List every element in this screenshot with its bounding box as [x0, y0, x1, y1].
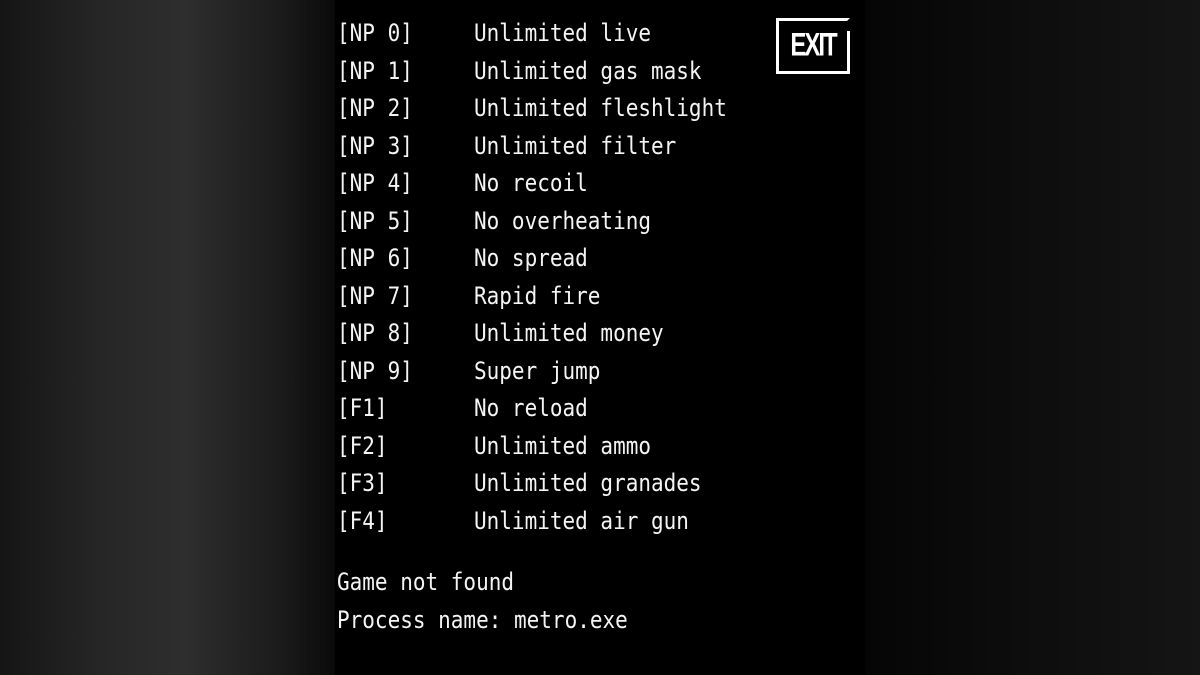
- hotkey-key: [F2]: [337, 431, 388, 460]
- exit-button[interactable]: EXIT: [776, 18, 850, 74]
- hotkey-key: [NP 7]: [337, 281, 413, 310]
- hotkey-label: Unlimited granades: [474, 469, 702, 497]
- hotkey-label: Unlimited money: [474, 319, 664, 347]
- hotkey-key: [NP 2]: [337, 94, 413, 122]
- hotkey-label: No recoil: [474, 169, 588, 197]
- hotkey-key: [F1]: [337, 394, 388, 422]
- hotkey-key: [NP 5]: [337, 206, 413, 235]
- exit-label: EXIT: [790, 27, 837, 64]
- hotkey-key: [NP 0]: [337, 19, 413, 47]
- hotkey-label: No reload: [474, 394, 588, 422]
- hotkey-key: [F4]: [337, 506, 388, 535]
- hotkey-label: Unlimited air gun: [474, 506, 689, 535]
- hotkey-label: Rapid fire: [474, 281, 601, 310]
- hotkey-key: [NP 6]: [337, 244, 413, 272]
- exit-border-right: [847, 31, 850, 74]
- hotkey-label: Unlimited filter: [474, 131, 677, 160]
- hotkey-key: [F3]: [337, 469, 388, 497]
- hotkey-label: Super jump: [474, 356, 601, 385]
- hotkey-label: Unlimited gas mask: [474, 56, 702, 85]
- hotkey-key: [NP 4]: [337, 169, 413, 197]
- hotkey-label: Unlimited live: [474, 19, 652, 47]
- hotkey-key: [NP 8]: [337, 319, 413, 347]
- process-name: Process name: metro.exe: [337, 606, 628, 634]
- game-status: Game not found: [337, 568, 515, 596]
- hotkey-label: No overheating: [474, 206, 652, 235]
- hotkey-label: Unlimited fleshlight: [474, 94, 727, 122]
- hotkey-key: [NP 1]: [337, 56, 413, 85]
- hotkey-label: No spread: [474, 244, 588, 272]
- hotkey-key: [NP 3]: [337, 131, 413, 160]
- hotkey-key: [NP 9]: [337, 356, 413, 385]
- trainer-panel: [NP 0] Unlimited live [NP 1] Unlimited gas …: [335, 0, 865, 675]
- background-right: [865, 0, 1200, 675]
- hotkey-label: Unlimited ammo: [474, 431, 652, 460]
- background-left: [0, 0, 335, 675]
